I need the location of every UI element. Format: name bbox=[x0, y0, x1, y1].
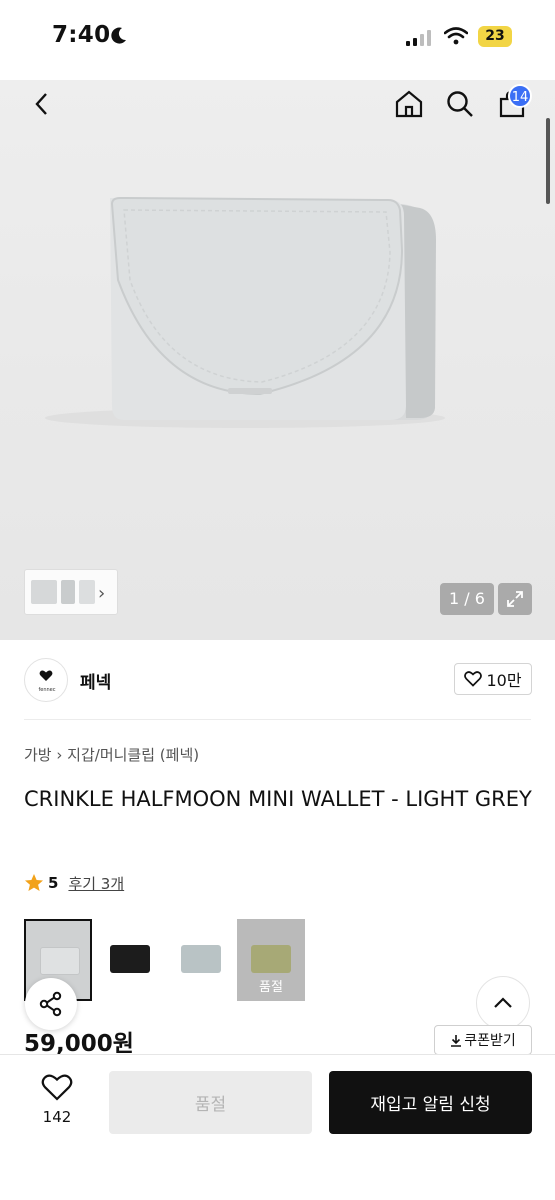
rating-value: 5 bbox=[48, 874, 59, 892]
heart-outline-icon bbox=[464, 671, 483, 687]
wifi-icon bbox=[444, 27, 468, 45]
back-button[interactable] bbox=[24, 84, 60, 124]
share-icon bbox=[39, 991, 62, 1017]
heart-icon bbox=[41, 1074, 73, 1101]
battery-indicator: 23 bbox=[478, 26, 512, 47]
expand-image-button[interactable] bbox=[498, 583, 532, 615]
divider bbox=[24, 719, 531, 720]
variant-swatch bbox=[181, 945, 221, 973]
cart-count-badge: 14 bbox=[508, 84, 532, 108]
chevron-up-icon bbox=[494, 997, 512, 1008]
search-button[interactable] bbox=[442, 84, 478, 124]
coupon-label: 쿠폰받기 bbox=[464, 1033, 516, 1049]
download-icon bbox=[451, 1034, 462, 1047]
variant-swatch bbox=[251, 945, 291, 973]
expand-icon bbox=[507, 591, 523, 607]
brand-name[interactable]: 페넥 bbox=[80, 668, 111, 693]
share-button[interactable] bbox=[25, 978, 77, 1030]
signal-icon bbox=[406, 30, 431, 46]
status-time: 7:40 bbox=[52, 22, 111, 48]
search-icon bbox=[447, 91, 473, 117]
home-button[interactable] bbox=[391, 84, 427, 124]
variant-soldout-label: 품절 bbox=[259, 980, 283, 995]
scroll-to-top-button[interactable] bbox=[476, 976, 530, 1030]
product-photo bbox=[45, 196, 445, 428]
breadcrumb-separator: › bbox=[56, 746, 63, 764]
color-variant-lime[interactable]: 품절 bbox=[237, 919, 305, 1001]
product-price: 59,000원 bbox=[24, 1031, 134, 1057]
breadcrumb-category[interactable]: 가방 bbox=[24, 746, 52, 764]
reviews-link[interactable]: 후기 3개 bbox=[68, 873, 124, 894]
heart-logo-icon bbox=[39, 670, 53, 681]
restock-alert-button[interactable]: 재입고 알림 신청 bbox=[329, 1071, 532, 1134]
status-bar: 7:40 23 bbox=[0, 0, 555, 80]
soldout-button: 품절 bbox=[109, 1071, 312, 1134]
wishlist-button[interactable]: 142 bbox=[24, 1072, 90, 1132]
scrollbar[interactable] bbox=[546, 118, 550, 204]
coupon-download-button[interactable]: 쿠폰받기 bbox=[434, 1025, 532, 1055]
breadcrumb: 가방 › 지갑/머니클립 (페넥) bbox=[24, 744, 199, 765]
breadcrumb-subcategory[interactable]: 지갑/머니클립 (페넥) bbox=[67, 746, 199, 764]
image-page-counter: 1 / 6 bbox=[440, 583, 494, 615]
color-variant-black[interactable] bbox=[96, 919, 164, 1001]
brand-logo-text: fennec bbox=[38, 687, 56, 693]
variant-swatch bbox=[40, 947, 80, 975]
thumbnail-next-arrow[interactable]: › bbox=[98, 583, 105, 604]
wishlist-count: 142 bbox=[42, 1108, 72, 1126]
brand-logo[interactable]: fennec bbox=[24, 658, 68, 702]
chevron-left-icon bbox=[35, 93, 47, 115]
brand-like-count: 10만 bbox=[486, 671, 522, 690]
product-title: CRINKLE HALFMOON MINI WALLET - LIGHT GRE… bbox=[24, 787, 532, 811]
color-variant-blue-grey[interactable] bbox=[167, 919, 235, 1001]
rating-summary: 5 후기 3개 bbox=[24, 872, 124, 894]
home-icon bbox=[395, 90, 423, 118]
moon-icon bbox=[111, 27, 126, 44]
variant-swatch bbox=[110, 945, 150, 973]
star-icon bbox=[25, 874, 43, 891]
brand-like-button[interactable]: 10만 bbox=[454, 663, 532, 695]
